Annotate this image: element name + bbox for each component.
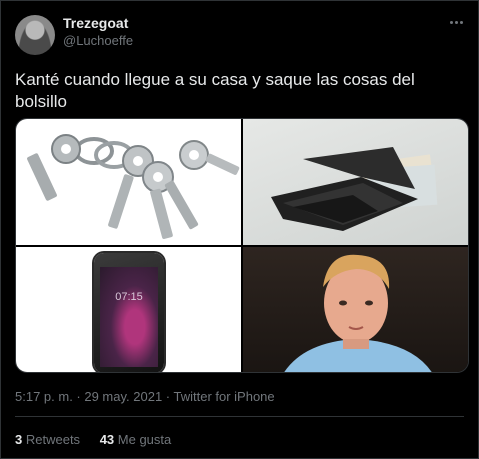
tweet-card: Trezegoat @Luchoeffe Kanté cuando llegue… (0, 0, 479, 459)
phone-photo[interactable]: 07:15 (16, 247, 241, 372)
timestamp[interactable]: 5:17 p. m. · 29 may. 2021 · Twitter for … (15, 389, 275, 404)
retweets-count: 3 (15, 432, 23, 447)
display-name[interactable]: Trezegoat (63, 15, 128, 31)
wallet-photo[interactable] (243, 119, 468, 245)
likes-count: 43 (99, 432, 115, 447)
player-image (284, 254, 432, 372)
divider (15, 416, 464, 417)
phone-image: 07:15 (94, 253, 164, 372)
wallet-image (271, 147, 438, 231)
avatar[interactable] (15, 15, 55, 55)
keys-image (27, 134, 240, 239)
tweet-text: Kanté cuando llegue a su casa y saque la… (15, 70, 415, 111)
retweets-label: Retweets (25, 432, 81, 447)
keys-photo[interactable] (16, 119, 241, 245)
media-grid: 07:15 (15, 118, 469, 373)
likes-label: Me gusta (117, 432, 172, 447)
user-handle[interactable]: @Luchoeffe (63, 33, 133, 48)
likes-link[interactable]: 43 Me gusta (100, 432, 172, 447)
retweets-link[interactable]: 3 Retweets (15, 432, 80, 447)
player-photo[interactable] (243, 247, 468, 372)
phone-clock: 07:15 (115, 291, 143, 303)
engagement-stats: 3 Retweets 43 Me gusta (15, 432, 187, 447)
more-options-icon[interactable] (446, 15, 466, 29)
